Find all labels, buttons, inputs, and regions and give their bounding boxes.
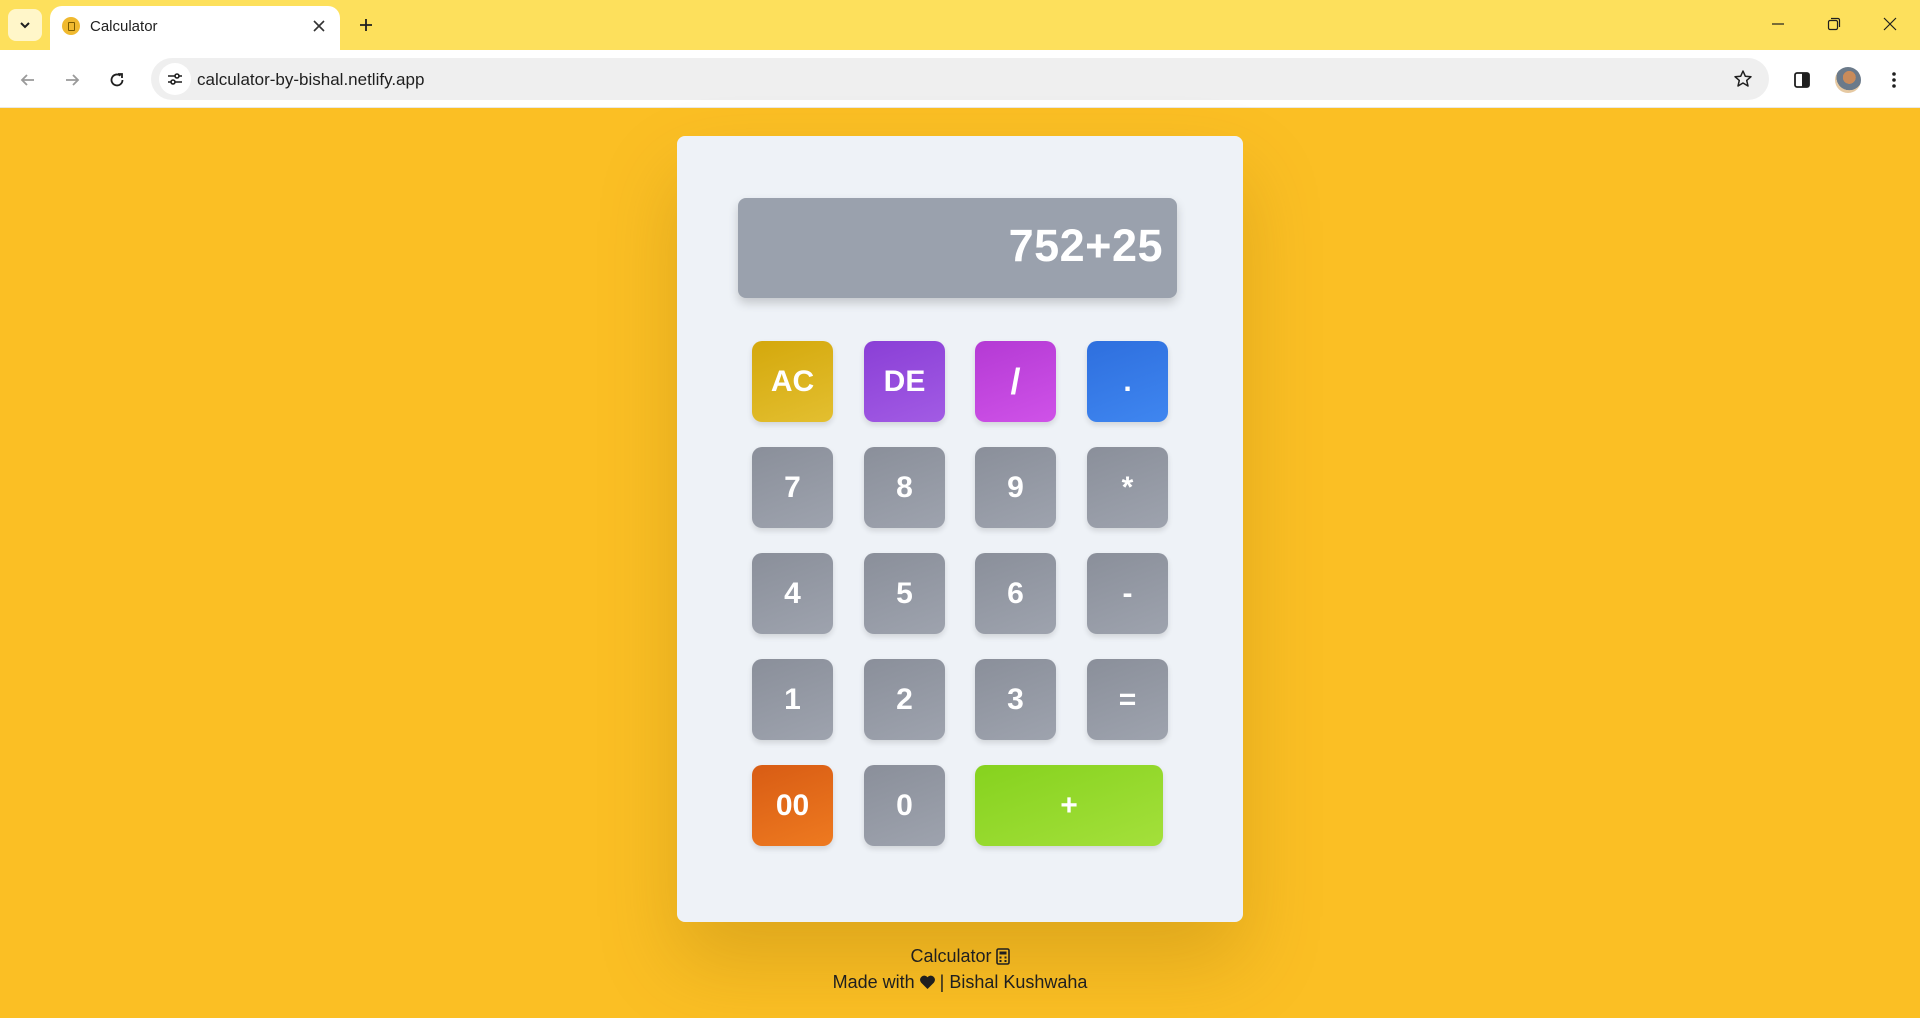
minus-button[interactable]: - xyxy=(1087,553,1168,634)
forward-icon xyxy=(66,74,80,86)
double-zero-button[interactable]: 00 xyxy=(752,765,833,846)
reload-icon xyxy=(110,73,124,87)
page-content: 752+25 AC DE / . 7 8 9 * 4 5 6 - 1 2 3 =… xyxy=(0,109,1920,1018)
equals-button[interactable]: = xyxy=(1087,659,1168,740)
side-panel-button[interactable] xyxy=(1784,62,1820,98)
footer: Calculator Made with | Bishal Kushwaha xyxy=(0,943,1920,995)
digit-2-button[interactable]: 2 xyxy=(864,659,945,740)
site-info-icon xyxy=(168,73,182,85)
menu-icon xyxy=(1892,72,1896,88)
divide-button[interactable]: / xyxy=(975,341,1056,422)
delete-button[interactable]: DE xyxy=(864,341,945,422)
digit-7-button[interactable]: 7 xyxy=(752,447,833,528)
ac-button[interactable]: AC xyxy=(752,341,833,422)
calculator-display[interactable]: 752+25 xyxy=(738,198,1177,298)
new-tab-button[interactable] xyxy=(350,9,382,41)
digit-8-button[interactable]: 8 xyxy=(864,447,945,528)
reload-button[interactable] xyxy=(99,62,135,98)
digit-1-button[interactable]: 1 xyxy=(752,659,833,740)
digit-9-button[interactable]: 9 xyxy=(975,447,1056,528)
display-value: 752+25 xyxy=(1008,220,1163,271)
menu-button[interactable] xyxy=(1876,62,1912,98)
tab-calculator[interactable]: Calculator xyxy=(50,6,340,50)
digit-6-button[interactable]: 6 xyxy=(975,553,1056,634)
footer-title: Calculator xyxy=(910,946,992,966)
footer-credit-line: Made with | Bishal Kushwaha xyxy=(0,969,1920,995)
restore-button[interactable] xyxy=(1806,0,1862,48)
browser-toolbar: calculator-by-bishal.netlify.app xyxy=(0,50,1920,108)
plus-icon xyxy=(360,19,372,31)
site-info-button[interactable] xyxy=(159,63,191,95)
digit-3-button[interactable]: 3 xyxy=(975,659,1056,740)
calculator-card: 752+25 AC DE / . 7 8 9 * 4 5 6 - 1 2 3 =… xyxy=(677,136,1243,922)
url-text: calculator-by-bishal.netlify.app xyxy=(197,70,425,89)
forward-button[interactable] xyxy=(54,62,90,98)
avatar[interactable] xyxy=(1835,67,1861,93)
calculator-icon xyxy=(995,947,1010,965)
back-icon xyxy=(20,74,34,86)
restore-icon xyxy=(1827,17,1841,31)
decimal-button[interactable]: . xyxy=(1087,341,1168,422)
chevron-down-icon xyxy=(20,22,30,29)
heart-icon xyxy=(919,975,935,989)
bookmark-star-button[interactable] xyxy=(1731,67,1755,91)
footer-title-line: Calculator xyxy=(0,943,1920,969)
footer-made-with: Made with xyxy=(832,972,915,992)
tab-title: Calculator xyxy=(90,18,158,35)
window-close-icon xyxy=(1883,17,1897,31)
tab-strip: Calculator xyxy=(0,0,1920,50)
side-panel-icon xyxy=(1794,72,1810,88)
plus-button[interactable]: + xyxy=(975,765,1163,846)
footer-author: | Bishal Kushwaha xyxy=(939,972,1088,992)
favicon-icon xyxy=(62,17,80,35)
digit-4-button[interactable]: 4 xyxy=(752,553,833,634)
digit-0-button[interactable]: 0 xyxy=(864,765,945,846)
close-icon[interactable] xyxy=(308,15,330,37)
minimize-icon xyxy=(1772,23,1784,25)
back-button[interactable] xyxy=(10,62,46,98)
star-icon xyxy=(1734,70,1752,87)
tab-list-button[interactable] xyxy=(8,9,42,41)
minimize-button[interactable] xyxy=(1750,0,1806,48)
address-bar[interactable]: calculator-by-bishal.netlify.app xyxy=(151,58,1769,100)
window-close-button[interactable] xyxy=(1862,0,1918,48)
digit-5-button[interactable]: 5 xyxy=(864,553,945,634)
multiply-button[interactable]: * xyxy=(1087,447,1168,528)
